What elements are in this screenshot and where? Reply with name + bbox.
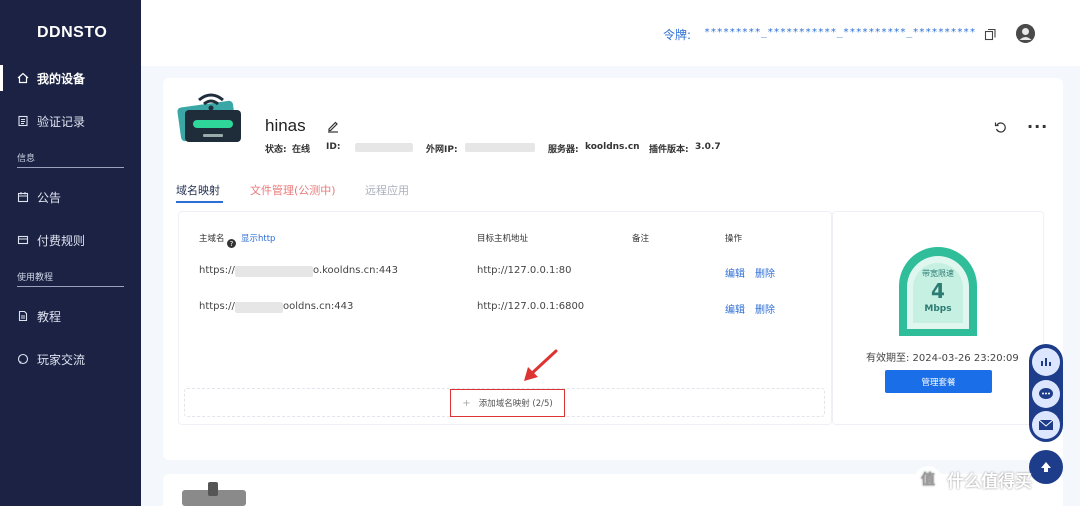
sidebar-item-pricing[interactable]: 付费规则 — [0, 223, 141, 257]
add-mapping-label: 添加域名映射 (2/5) — [478, 399, 553, 409]
sidebar-item-label: 我的设备 — [37, 71, 86, 86]
bandwidth-label: 带宽限速 — [922, 269, 954, 278]
plugin-version-label: 插件版本: — [649, 145, 689, 155]
plugin-version-value: 3.0.7 — [695, 142, 721, 152]
device-id-redacted — [355, 143, 413, 152]
sidebar-item-label: 验证记录 — [37, 114, 86, 129]
app-logo: DDNSTO — [37, 24, 108, 41]
section-label-info: 信息 — [17, 154, 36, 164]
watermark-logo-icon: 值 — [915, 466, 941, 492]
bandwidth-unit: Mbps — [924, 304, 952, 314]
bandwidth-value: 4 — [931, 279, 945, 303]
delete-link[interactable]: 删除 — [755, 301, 775, 316]
expiry-date: 有效期至: 2024-03-26 23:20:09 — [866, 353, 1019, 364]
sidebar-item-verify-records[interactable]: 验证记录 — [0, 104, 141, 138]
server-label: 服务器: — [548, 145, 579, 155]
file-icon — [17, 310, 29, 322]
document-icon — [17, 115, 29, 127]
public-ip-label: 外网IP: — [426, 145, 458, 155]
copy-icon[interactable] — [984, 26, 997, 45]
mail-icon[interactable] — [1032, 411, 1060, 439]
column-header-action: 操作 — [725, 234, 743, 244]
domain-prefix: https:// — [199, 301, 235, 312]
sidebar-item-community[interactable]: 玩家交流 — [0, 342, 141, 376]
domain-redacted — [235, 302, 283, 313]
top-header: 令牌: *********_***********_**********_***… — [141, 0, 1080, 66]
refresh-icon[interactable] — [994, 119, 1007, 138]
sidebar-item-announcements[interactable]: 公告 — [0, 180, 141, 214]
column-header-target: 目标主机地址 — [477, 234, 529, 244]
target-address: http://127.0.0.1:6800 — [477, 301, 585, 312]
token-value[interactable]: *********_***********_**********_*******… — [704, 27, 976, 38]
avatar[interactable] — [1016, 24, 1035, 43]
sidebar-item-my-devices[interactable]: 我的设备 — [0, 61, 141, 95]
sidebar-item-label: 付费规则 — [37, 233, 86, 248]
column-header-note: 备注 — [632, 234, 650, 244]
edit-link[interactable]: 编辑 — [725, 301, 745, 316]
server-value: kooldns.cn — [585, 142, 640, 152]
sidebar-item-tutorial[interactable]: 教程 — [0, 299, 141, 333]
domain-suffix: o.kooldns.cn:443 — [313, 265, 398, 276]
device-image-icon — [182, 482, 246, 506]
public-ip-redacted — [465, 143, 535, 152]
delete-link[interactable]: 删除 — [755, 265, 775, 280]
show-http-toggle[interactable]: 显示http — [241, 232, 275, 244]
add-mapping-button[interactable]: + 添加域名映射 (2/5) — [450, 389, 565, 417]
domain-prefix: https:// — [199, 265, 235, 276]
home-icon — [17, 72, 29, 84]
arrow-up-icon — [1041, 462, 1051, 472]
annotation-arrow-icon — [524, 349, 558, 381]
edit-link[interactable]: 编辑 — [725, 265, 745, 280]
domain-suffix: ooldns.cn:443 — [283, 301, 354, 312]
chat-icon — [17, 353, 29, 365]
card-icon — [17, 234, 29, 246]
edit-icon[interactable] — [326, 118, 340, 137]
column-header-domain: 主域名 — [199, 234, 225, 244]
watermark: 值 什么值得买 — [915, 466, 1032, 492]
target-address: http://127.0.0.1:80 — [477, 265, 572, 276]
section-label-tutorial: 使用教程 — [17, 273, 54, 283]
tab-domain-mapping[interactable]: 域名映射 — [176, 182, 220, 198]
sidebar: DDNSTO 我的设备 验证记录 信息 公告 付费规则 使用教程 教程 玩家交流 — [0, 0, 141, 506]
back-to-top-button[interactable] — [1029, 450, 1063, 484]
tab-file-management[interactable]: 文件管理(公测中) — [250, 182, 336, 198]
divider — [17, 286, 124, 287]
token-label: 令牌: — [663, 28, 692, 42]
more-icon[interactable]: ··· — [1027, 117, 1048, 136]
sidebar-item-label: 公告 — [37, 190, 62, 205]
sidebar-item-label: 玩家交流 — [37, 352, 86, 367]
device-name: hinas — [265, 116, 306, 135]
status-value: 在线 — [292, 145, 311, 155]
stats-icon[interactable] — [1032, 348, 1060, 376]
help-icon[interactable]: ? — [227, 233, 236, 252]
manage-plan-button[interactable]: 管理套餐 — [885, 370, 992, 393]
svg-text:?: ? — [230, 240, 234, 248]
router-device-icon — [177, 93, 241, 142]
device-id-label: ID: — [326, 142, 341, 152]
divider — [17, 167, 124, 168]
watermark-text: 什么值得买 — [947, 471, 1032, 492]
plus-icon: + — [462, 397, 471, 409]
tab-underline — [176, 201, 223, 203]
calendar-icon — [17, 191, 29, 203]
domain-redacted — [235, 266, 313, 277]
chat-bubble-icon[interactable] — [1032, 380, 1060, 408]
tab-remote-apps[interactable]: 远程应用 — [365, 182, 409, 198]
status-label: 状态: — [265, 145, 287, 155]
sidebar-item-label: 教程 — [37, 309, 62, 324]
